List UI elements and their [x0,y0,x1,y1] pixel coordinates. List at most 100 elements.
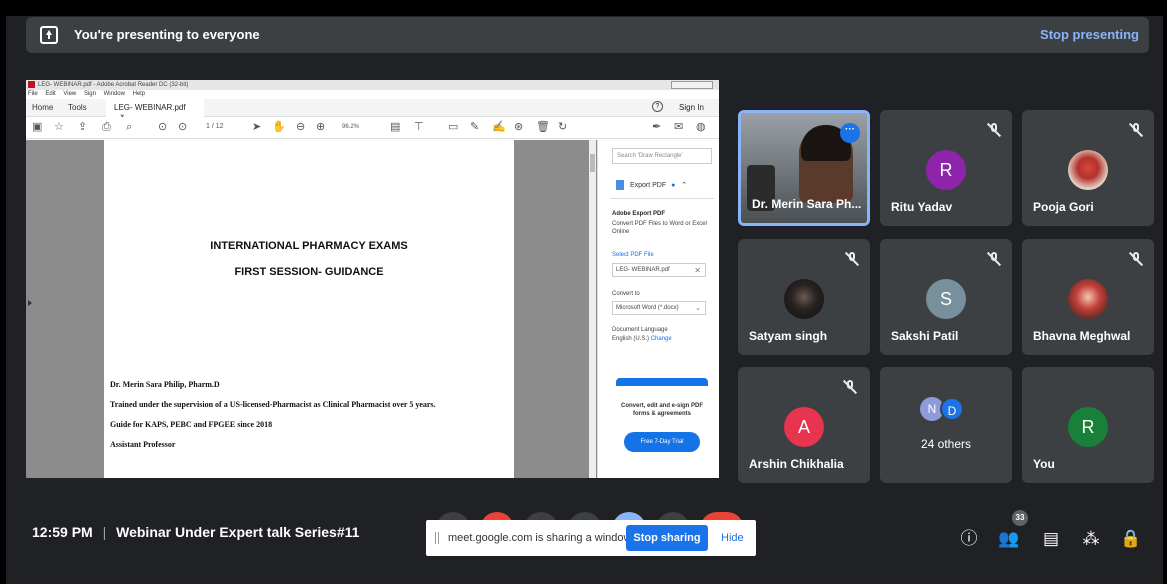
bookmark-star-icon[interactable]: ☆ [54,122,64,133]
pane-divider [610,198,714,199]
participant-count-badge: 33 [1012,510,1028,526]
change-language-link[interactable]: Change [651,336,672,342]
pdf-line-guide: Guide for KAPS, PEBC and FPGEE since 201… [110,420,273,429]
highlight-pen-icon[interactable]: ✎ [470,122,479,133]
selected-file-field[interactable]: LEG- WEBINAR.pdf ✕ [612,263,706,277]
drag-handle-icon[interactable] [435,532,439,544]
menu-help[interactable]: Help [133,91,145,97]
expand-nav-icon[interactable] [28,300,32,306]
fill-sign-icon[interactable]: ✒ [652,122,661,133]
select-cursor-icon[interactable]: ➤ [252,122,261,133]
mic-off-icon [844,251,860,267]
menu-edit[interactable]: Edit [45,91,55,97]
fit-page-icon[interactable]: ▤ [390,122,400,133]
window-controls[interactable] [671,81,713,89]
participant-name: You [1033,457,1055,471]
acrobat-toolbar: ▣ ☆ ⇪ ⎙ ⌕ ⊙ ⊙ 1 / 12 ➤ ✋ ⊖ ⊕ 96.2% ▤ ⊤ ▭… [26,117,719,139]
menu-sign[interactable]: Sign [84,91,96,97]
menu-window[interactable]: Window [104,91,125,97]
convert-button[interactable] [616,378,708,386]
dropdown-chevron-icon: ⌄ [695,305,701,312]
host-controls-icon[interactable]: 🔒 [1120,528,1142,550]
hand-tool-icon[interactable]: ✋ [272,122,286,133]
sign-in-link[interactable]: Sign In [679,103,704,112]
tab-document-label: LEG- WEBINAR.pdf [114,103,186,112]
others-count-label: 24 others [920,437,972,451]
convert-to-label: Convert to [612,291,640,297]
share-icon[interactable]: ⇪ [78,122,87,133]
tab-document[interactable]: LEG- WEBINAR.pdf × [106,99,204,121]
pdf-line-role: Assistant Professor [110,440,176,449]
menu-file[interactable]: File [28,91,38,97]
tab-home[interactable]: Home [32,103,53,112]
zoom-in-icon[interactable]: ⊕ [316,122,325,133]
people-icon[interactable]: 👥 [998,528,1020,550]
tile-participant[interactable]: R Ritu Yadav [880,110,1012,226]
tile-participant[interactable]: Pooja Gori [1022,110,1154,226]
page-up-icon[interactable]: ⊙ [158,122,167,133]
tile-participant[interactable]: A Arshin Chikhalia [738,367,870,483]
document-area: INTERNATIONAL PHARMACY EXAMS FIRST SESSI… [26,140,719,478]
presenting-text: You're presenting to everyone [74,27,260,42]
stop-sharing-button[interactable]: Stop sharing [626,525,708,551]
menu-view[interactable]: View [63,91,76,97]
stop-presenting-button[interactable]: Stop presenting [1040,27,1139,42]
profile-photo [1068,279,1108,319]
convert-format-select[interactable]: Microsoft Word (*.docx) ⌄ [612,301,706,315]
pdf-heading-1: INTERNATIONAL PHARMACY EXAMS [210,240,408,252]
avatar: D [940,397,964,421]
pdf-page: INTERNATIONAL PHARMACY EXAMS FIRST SESSI… [104,140,514,478]
stamp-icon[interactable]: ⊛ [514,122,523,133]
avatar: A [784,407,824,447]
hide-button[interactable]: Hide [721,532,744,544]
info-icon[interactable]: ⓘ [958,528,980,550]
sharing-message: meet.google.com is sharing a window. [448,532,634,544]
mic-off-icon [1128,251,1144,267]
rotate-icon[interactable]: ↻ [558,122,567,133]
chevron-up-icon: ⌃ [681,181,688,189]
chat-icon[interactable]: ▤ [1040,528,1062,550]
clear-file-icon[interactable]: ✕ [694,266,701,275]
activities-icon[interactable]: ⁂ [1080,528,1102,550]
comment-icon[interactable]: ▭ [448,122,458,133]
window-titlebar: LEG- WEBINAR.pdf - Adobe Acrobat Reader … [26,80,719,90]
tile-others[interactable]: N D 24 others [880,367,1012,483]
print-icon[interactable]: ⎙ [102,122,111,133]
participant-name: Bhavna Meghwal [1033,329,1131,343]
scroll-mode-icon[interactable]: ⊤ [414,122,424,133]
menu-bar: File Edit View Sign Window Help [26,90,719,99]
language-value: English (U.S.) [612,336,650,342]
meeting-title[interactable]: Webinar Under Expert talk Series#11 [116,524,359,540]
promo-text: Convert, edit and e-sign PDF forms & agr… [620,403,703,417]
profile-photo [784,279,824,319]
profile-photo [1068,150,1108,190]
separator: | [102,524,107,540]
zoom-level[interactable]: 96.2% [342,124,359,130]
mic-off-icon [842,379,858,395]
document-scrollbar[interactable] [589,140,596,478]
email-icon[interactable]: ✉ [674,122,683,133]
export-pdf-header[interactable]: Export PDF ● ⌃ [616,180,687,190]
participant-name: Dr. Merin Sara Ph... [752,197,862,211]
tile-participant[interactable]: Bhavna Meghwal [1022,239,1154,355]
free-trial-button[interactable]: Free 7-Day Trial [624,432,700,452]
tile-participant[interactable]: S Sakshi Patil [880,239,1012,355]
pdf-line-training: Trained under the supervision of a US-li… [110,400,436,409]
page-down-icon[interactable]: ⊙ [178,122,187,133]
tools-search-input[interactable]: Search 'Draw Rectangle' [612,148,712,164]
tile-presenter[interactable]: ··· Dr. Merin Sara Ph... [738,110,870,226]
save-icon[interactable]: ▣ [32,122,42,133]
zoom-out-icon[interactable]: ⊖ [296,122,305,133]
tile-self[interactable]: R You [1022,367,1154,483]
account-icon[interactable]: ◍ [696,122,706,133]
avatar: R [1068,407,1108,447]
tile-participant[interactable]: Satyam singh [738,239,870,355]
search-icon[interactable]: ⌕ [126,122,132,133]
sign-icon[interactable]: ✍ [492,122,506,133]
tab-tools[interactable]: Tools [68,103,87,112]
participant-name: Arshin Chikhalia [749,457,844,471]
delete-icon[interactable]: 🗑 [536,122,550,133]
page-current[interactable]: 1 [206,123,210,130]
more-options-icon[interactable]: ··· [840,123,860,143]
help-icon[interactable]: ? [652,101,663,112]
